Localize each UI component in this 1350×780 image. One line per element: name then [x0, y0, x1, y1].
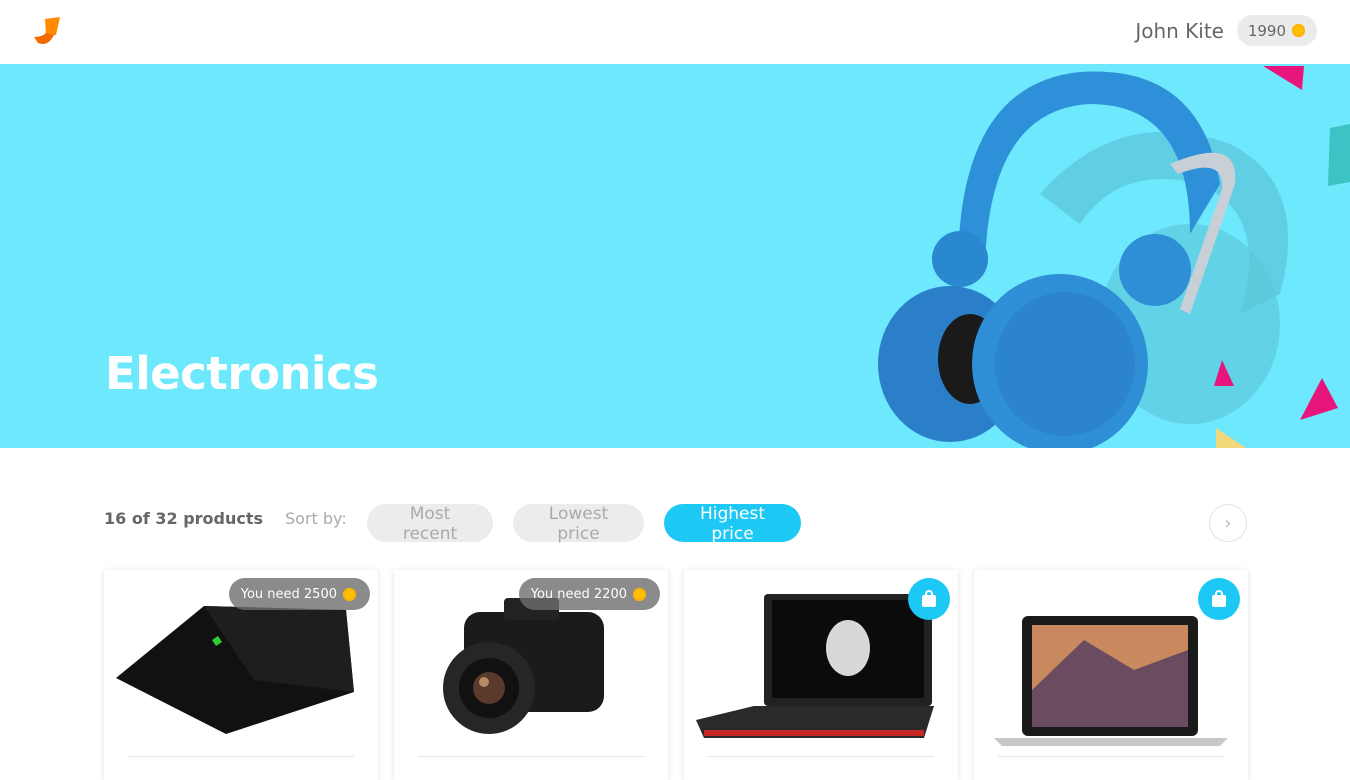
sort-highest-price-button[interactable]: Highest price — [664, 504, 801, 544]
product-count: 16 of 32 products — [104, 509, 264, 528]
card-divider — [998, 756, 1224, 757]
need-points-label: You need 2200 — [530, 586, 627, 602]
bird-logo-icon[interactable] — [32, 15, 66, 49]
coin-icon — [343, 587, 356, 601]
category-title: Electronics — [105, 347, 379, 400]
shopping-bag-icon — [1212, 590, 1226, 607]
product-card[interactable]: You need 2200 — [394, 570, 668, 780]
product-card[interactable] — [974, 570, 1248, 780]
sort-most-recent-button[interactable]: Most recent — [367, 504, 493, 544]
card-divider — [418, 756, 644, 757]
card-divider — [128, 756, 354, 757]
chevron-right-icon: › — [1224, 512, 1232, 534]
points-value: 1990 — [1247, 21, 1286, 40]
need-points-badge: You need 2500 — [228, 578, 370, 610]
sort-lowest-price-button[interactable]: Lowest price — [513, 504, 644, 544]
next-page-button[interactable]: › — [1209, 504, 1247, 542]
need-points-badge: You need 2200 — [518, 578, 660, 610]
category-banner: Electronics — [0, 64, 1350, 448]
need-points-label: You need 2500 — [240, 586, 337, 602]
add-to-cart-button[interactable] — [1198, 578, 1240, 620]
points-balance[interactable]: 1990 — [1236, 15, 1317, 46]
blue-headphones-image — [878, 66, 1350, 448]
add-to-cart-button[interactable] — [908, 578, 950, 620]
product-card[interactable]: You need 2500 — [104, 570, 378, 780]
sort-label: Sort by: — [285, 509, 347, 528]
coin-icon — [633, 587, 646, 601]
top-header: John Kite 1990 — [0, 0, 1350, 64]
shopping-bag-icon — [922, 590, 936, 607]
user-name[interactable]: John Kite — [1135, 19, 1224, 43]
product-card[interactable] — [684, 570, 958, 780]
coin-icon — [1292, 24, 1305, 37]
card-divider — [708, 756, 934, 757]
